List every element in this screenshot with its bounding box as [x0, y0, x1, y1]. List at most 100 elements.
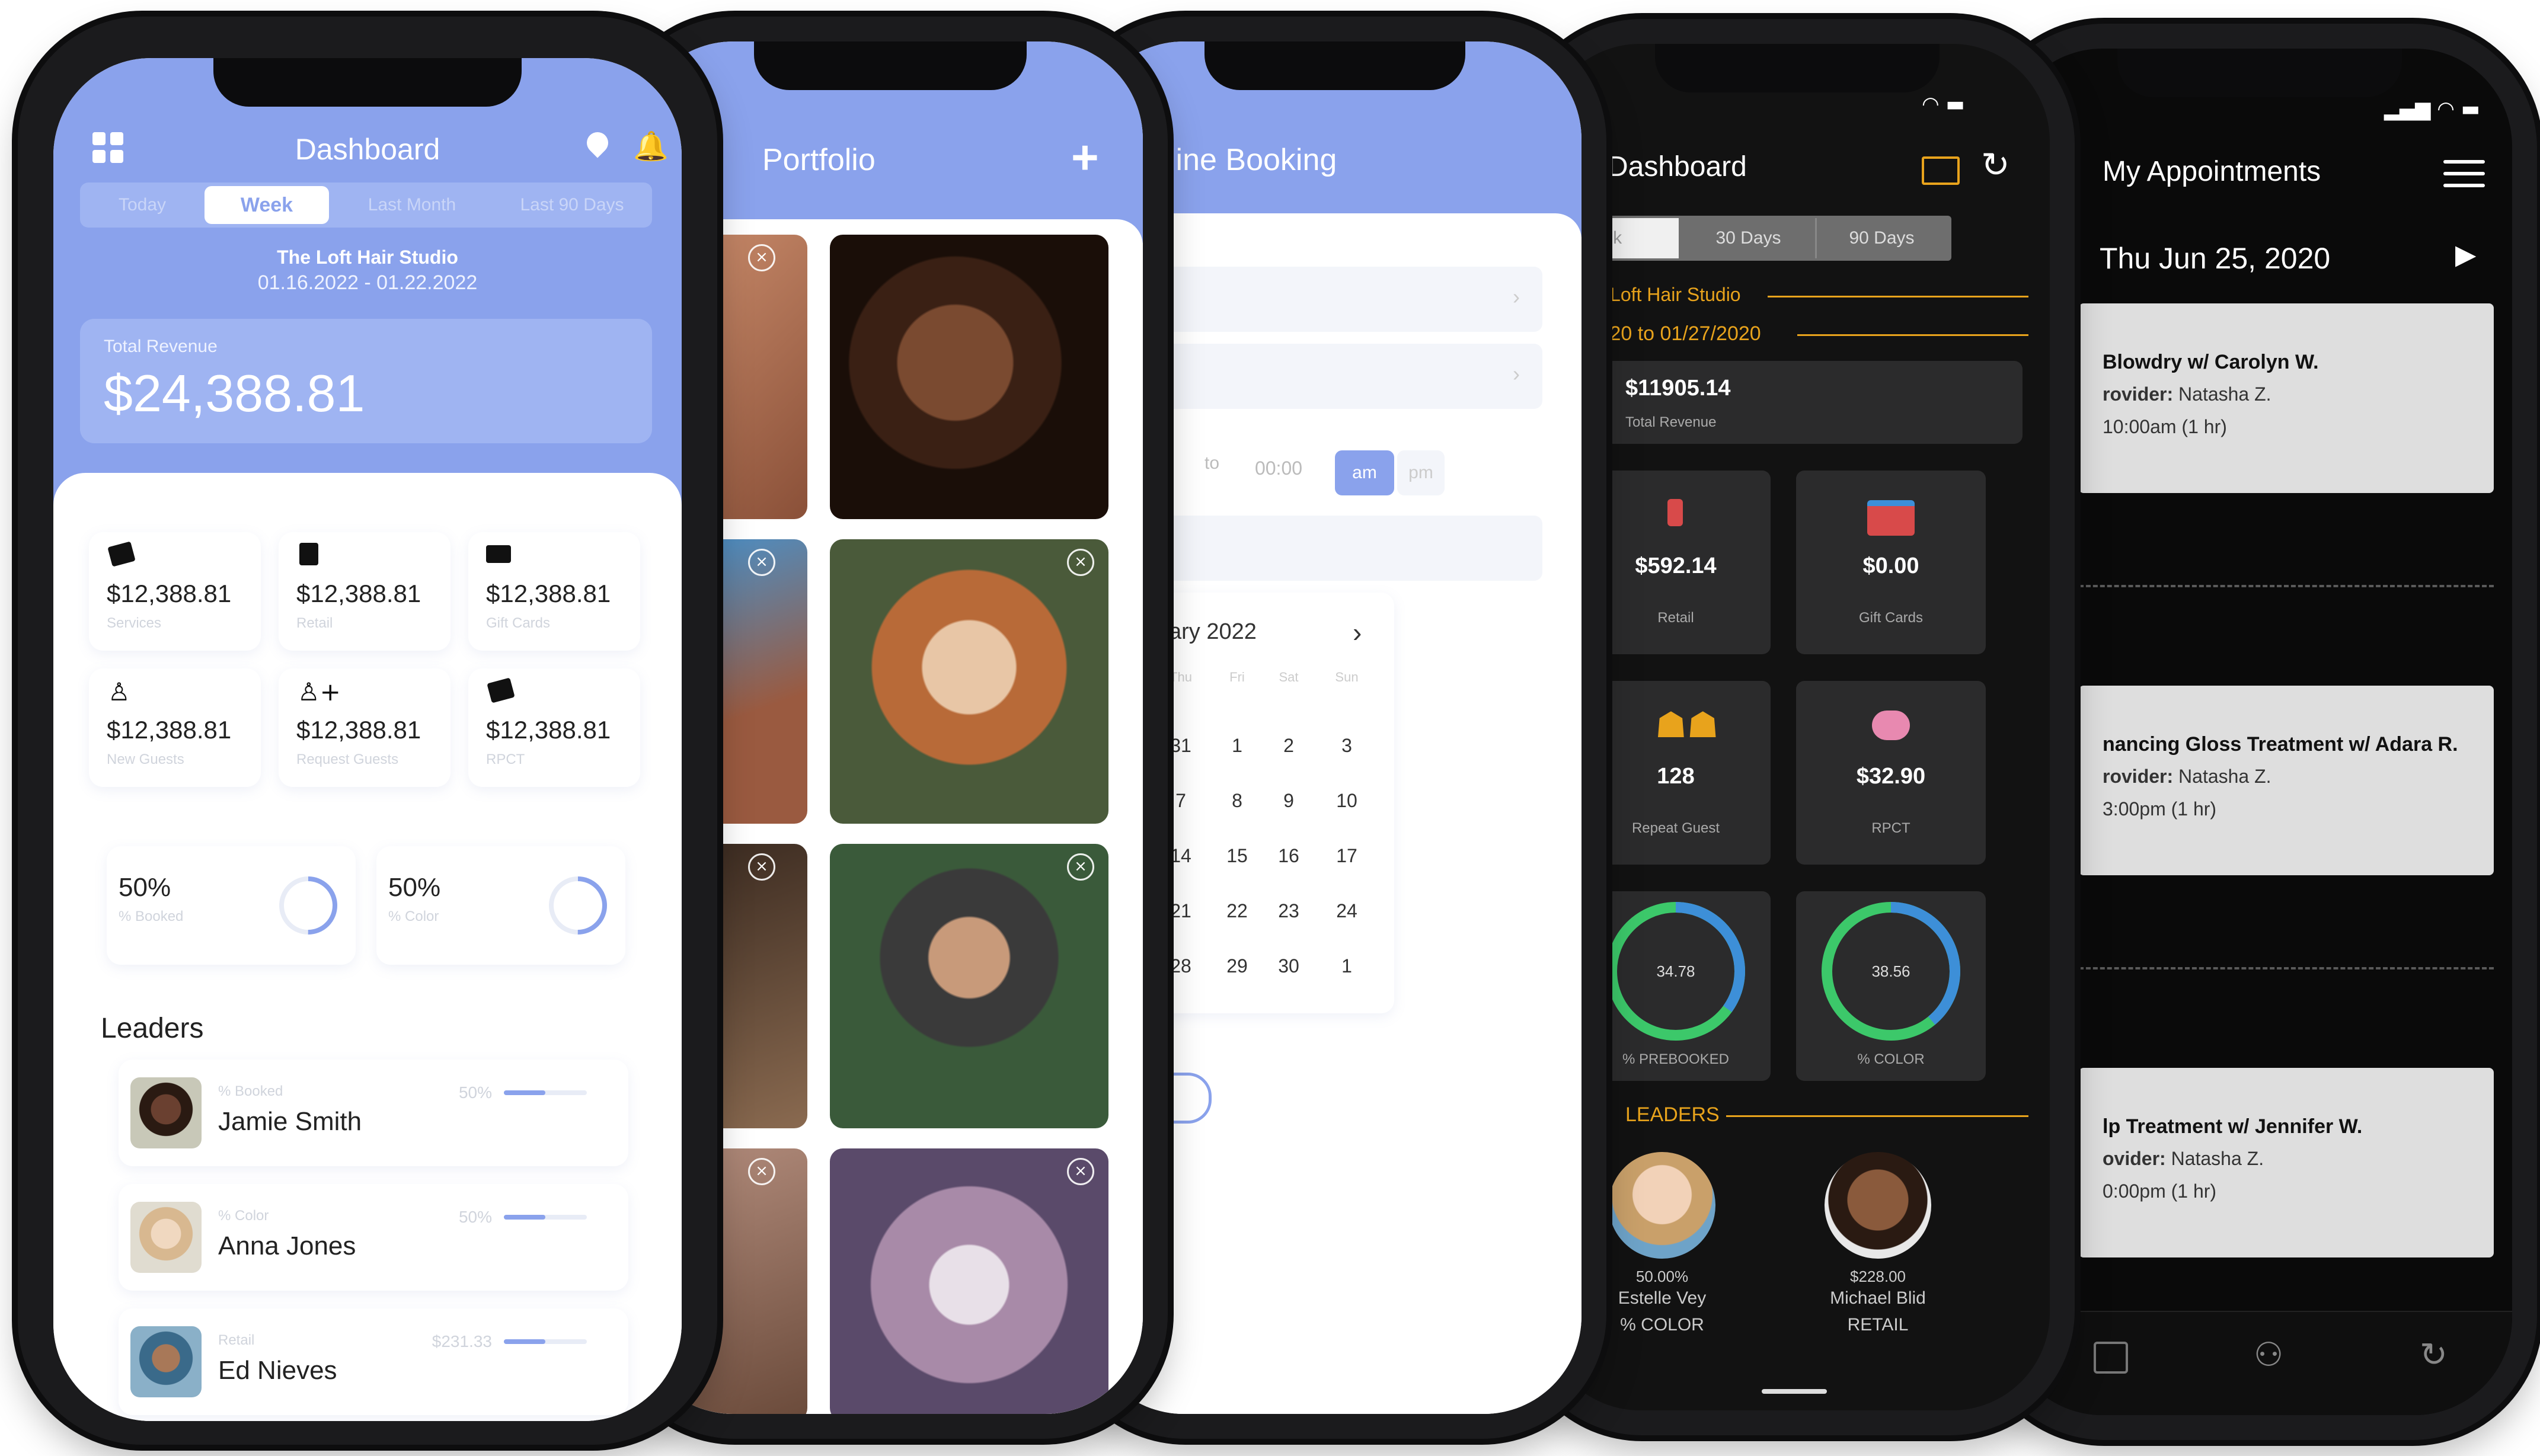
- close-icon[interactable]: ×: [748, 853, 775, 881]
- clients-tab-icon[interactable]: ⚇: [2254, 1336, 2283, 1374]
- form-field[interactable]: [1157, 516, 1542, 581]
- bell-icon[interactable]: 🔔: [633, 129, 669, 163]
- calendar-day[interactable]: 15: [1213, 845, 1261, 867]
- calendar-day[interactable]: 2: [1265, 735, 1312, 757]
- appointment-card[interactable]: lp Treatment w/ Jennifer W. ovider: Nata…: [2079, 1068, 2494, 1257]
- color-percent-card[interactable]: 50% % Color: [376, 846, 625, 965]
- calendar-day[interactable]: 3: [1323, 735, 1370, 757]
- refresh-tab-icon[interactable]: ↻: [2420, 1336, 2448, 1374]
- gift-card-icon: [486, 545, 511, 563]
- stat-retail[interactable]: $12,388.81 Retail: [279, 532, 451, 651]
- calendar-day[interactable]: 9: [1265, 790, 1312, 812]
- am-button[interactable]: am: [1335, 450, 1394, 495]
- stat-request-guests[interactable]: ♙+ $12,388.81 Request Guests: [279, 668, 451, 787]
- stat-gift-cards[interactable]: $12,388.81 Gift Cards: [468, 532, 640, 651]
- close-icon[interactable]: ×: [1067, 853, 1094, 881]
- leaders-title: Leaders: [101, 1013, 204, 1044]
- appointment-card[interactable]: nancing Gloss Treatment w/ Adara R. rovi…: [2079, 686, 2494, 875]
- leader-row[interactable]: % Color Anna Jones 50%: [119, 1184, 628, 1291]
- leader-row[interactable]: Retail Ed Nieves $231.33: [119, 1308, 628, 1415]
- tab-30-days[interactable]: 30 Days: [1682, 218, 1817, 258]
- retail-card[interactable]: $592.14 Retail: [1581, 471, 1771, 654]
- calendar-day[interactable]: 1: [1213, 735, 1261, 757]
- calendar-day[interactable]: 24: [1323, 900, 1370, 922]
- portfolio-photo[interactable]: ×: [830, 1148, 1108, 1414]
- avatar: [130, 1326, 202, 1397]
- card-label: Gift Cards: [1858, 610, 1924, 626]
- next-day-arrow-icon[interactable]: ▶: [2455, 238, 2476, 270]
- close-icon[interactable]: ×: [748, 1158, 775, 1185]
- appointment-card[interactable]: Blowdry w/ Carolyn W. rovider: Natasha Z…: [2079, 303, 2494, 493]
- tab-90-days[interactable]: 90 Days: [1815, 218, 1948, 258]
- leader-value: $228.00: [1850, 1268, 1906, 1285]
- form-field[interactable]: ›: [1157, 267, 1542, 332]
- date-range: 01.16.2022 - 01.22.2022: [257, 271, 478, 294]
- plus-icon[interactable]: +: [1071, 130, 1099, 185]
- stat-label: Services: [107, 615, 162, 631]
- appointment-time: 0:00pm (1 hr): [2103, 1180, 2217, 1202]
- stat-value: $12,388.81: [296, 716, 421, 744]
- calendar-tab-icon[interactable]: [2094, 1342, 2128, 1374]
- booked-percent-card[interactable]: 50% % Booked: [107, 846, 356, 965]
- stat-value: $12,388.81: [486, 716, 611, 744]
- provider-label: rovider:: [2103, 766, 2174, 787]
- tab-week[interactable]: Week: [205, 186, 329, 224]
- card-label: RPCT: [1871, 820, 1910, 836]
- calendar-day[interactable]: 30: [1265, 955, 1312, 977]
- notch: [213, 58, 522, 107]
- calendar-day[interactable]: 1: [1323, 955, 1370, 977]
- close-icon[interactable]: ×: [748, 549, 775, 576]
- repeat-guest-card[interactable]: ☗☗ 128 Repeat Guest: [1581, 681, 1771, 865]
- revenue-value: $24,388.81: [104, 364, 365, 423]
- notch: [754, 41, 1027, 90]
- tab-last-90-days[interactable]: Last 90 Days: [495, 183, 649, 228]
- stat-rpct[interactable]: $12,388.81 RPCT: [468, 668, 640, 787]
- form-field[interactable]: ›: [1157, 344, 1542, 409]
- ring-label: % PREBOOKED: [1622, 1051, 1730, 1067]
- portfolio-photo[interactable]: [830, 235, 1108, 519]
- close-icon[interactable]: ×: [1067, 1158, 1094, 1185]
- portfolio-photo[interactable]: ×: [830, 539, 1108, 824]
- portfolio-photo[interactable]: ×: [830, 844, 1108, 1128]
- close-icon[interactable]: ×: [1067, 549, 1094, 576]
- person-add-icon: ♙+: [298, 677, 341, 706]
- provider-label: ovider:: [2103, 1148, 2166, 1169]
- close-icon[interactable]: ×: [748, 244, 775, 271]
- stat-new-guests[interactable]: ♙ $12,388.81 New Guests: [89, 668, 261, 787]
- leader-progress-track: [504, 1339, 587, 1344]
- divider: [2079, 585, 2494, 587]
- time-input[interactable]: 00:00: [1237, 450, 1320, 486]
- stat-value: $12,388.81: [296, 580, 421, 607]
- percent-value: 50%: [119, 873, 171, 902]
- revenue-label: Total Revenue: [104, 337, 218, 356]
- calendar-day[interactable]: 10: [1323, 790, 1370, 812]
- appointment-provider: ovider: Natasha Z.: [2103, 1148, 2264, 1170]
- tab-bar: ⚇ ↻: [2005, 1311, 2512, 1415]
- piggy-bank-icon: [1872, 711, 1910, 740]
- leader-metric: Retail: [218, 1332, 255, 1348]
- calendar-day[interactable]: 22: [1213, 900, 1261, 922]
- calendar-day[interactable]: 8: [1213, 790, 1261, 812]
- refresh-icon[interactable]: ↻: [1981, 145, 2010, 185]
- tab-today[interactable]: Today: [80, 183, 205, 228]
- chevron-right-icon[interactable]: ›: [1353, 616, 1362, 648]
- mail-icon[interactable]: [1922, 156, 1960, 185]
- leader-row[interactable]: % Booked Jamie Smith 50%: [119, 1060, 628, 1166]
- list-menu-icon[interactable]: [2443, 155, 2485, 196]
- calendar-day[interactable]: 29: [1213, 955, 1261, 977]
- stat-value: $12,388.81: [107, 716, 232, 744]
- calendar-day[interactable]: 16: [1265, 845, 1312, 867]
- stat-label: Retail: [296, 615, 333, 631]
- chevron-right-icon: ›: [1513, 361, 1520, 386]
- tab-last-month[interactable]: Last Month: [341, 183, 483, 228]
- percent-label: % Color: [388, 908, 439, 924]
- page-title: Dashboard: [1608, 151, 1747, 183]
- revenue-label: Total Revenue: [1625, 414, 1717, 430]
- stat-services[interactable]: $12,388.81 Services: [89, 532, 261, 651]
- pm-button[interactable]: pm: [1397, 450, 1445, 495]
- calendar-day[interactable]: 17: [1323, 845, 1370, 867]
- calendar-day[interactable]: 23: [1265, 900, 1312, 922]
- rpct-card[interactable]: $32.90 RPCT: [1796, 681, 1986, 865]
- gift-cards-card[interactable]: $0.00 Gift Cards: [1796, 471, 1986, 654]
- leader-progress-track: [504, 1215, 587, 1220]
